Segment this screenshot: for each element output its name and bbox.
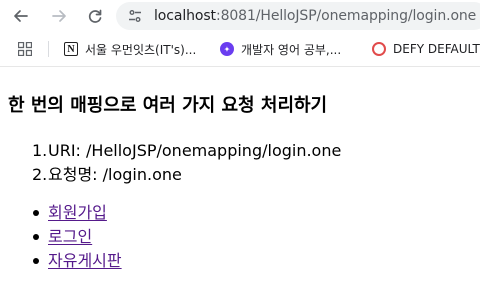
list-number: 2.: [32, 165, 48, 184]
arrow-left-icon: [14, 10, 28, 22]
list-item: 회원가입: [33, 201, 122, 225]
arrow-right-icon: [52, 10, 66, 22]
forward-button[interactable]: [48, 5, 70, 27]
browser-toolbar: localhost:8081/HelloJSP/onemapping/login…: [0, 0, 480, 33]
notion-icon: N: [64, 42, 78, 56]
bookmark-label: DEFY DEFAULT (: [393, 42, 480, 56]
list-item: 2. 요청명: /login.one: [32, 163, 341, 187]
request-info-list: 1. URI: /HelloJSP/onemapping/login.one 2…: [32, 139, 342, 187]
signup-link[interactable]: 회원가입: [48, 203, 107, 222]
address-bar[interactable]: localhost:8081/HelloJSP/onemapping/login…: [116, 2, 480, 30]
site-info-icon[interactable]: [126, 7, 144, 25]
apps-grid-icon[interactable]: [18, 42, 32, 56]
bookmark-item[interactable]: N 서울 우먼잇츠(IT's)...: [64, 40, 196, 58]
list-item: 1. URI: /HelloJSP/onemapping/login.one: [32, 139, 342, 163]
back-button[interactable]: [10, 5, 32, 27]
request-name-text: 요청명: /login.one: [48, 165, 182, 184]
reload-button[interactable]: [84, 5, 106, 27]
uri-text: URI: /HelloJSP/onemapping/login.one: [48, 141, 342, 160]
page-content: 한 번의 매핑으로 여러 가지 요청 처리하기 1. URI: /HelloJS…: [0, 67, 480, 289]
list-number: 1.: [32, 141, 48, 160]
list-item: 자유게시판: [33, 249, 122, 273]
nav-links-list: 회원가입 로그인 자유게시판: [33, 201, 122, 273]
bookmark-item[interactable]: ✦ 개발자 영어 공부,...: [220, 40, 341, 58]
url-path: :8081/HelloJSP/onemapping/login.one: [215, 8, 477, 24]
red-circle-icon: [372, 42, 386, 56]
bookmark-label: 서울 우먼잇츠(IT's)...: [85, 42, 197, 57]
board-link[interactable]: 자유게시판: [48, 251, 122, 270]
list-item: 로그인: [33, 225, 122, 249]
bookmarks-divider: [48, 41, 49, 57]
purple-app-icon: ✦: [220, 42, 234, 56]
url-text: localhost:8081/HelloJSP/onemapping/login…: [154, 8, 476, 24]
bookmark-label: 개발자 영어 공부,...: [241, 42, 342, 57]
login-link[interactable]: 로그인: [48, 227, 92, 246]
bookmark-item[interactable]: DEFY DEFAULT (: [372, 40, 480, 58]
reload-icon: [88, 9, 102, 23]
url-host: localhost: [154, 8, 216, 24]
page-title: 한 번의 매핑으로 여러 가지 요청 처리하기: [8, 95, 328, 116]
bookmarks-bar: N 서울 우먼잇츠(IT's)... ✦ 개발자 영어 공부,... DEFY …: [0, 32, 480, 67]
